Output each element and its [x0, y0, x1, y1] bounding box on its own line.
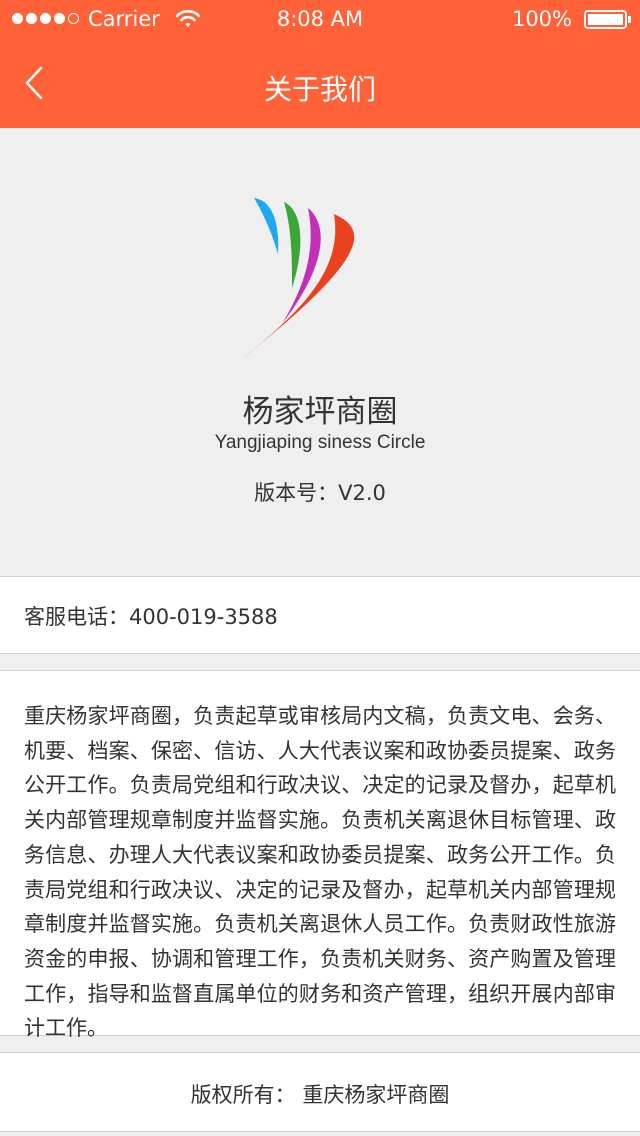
- logo-stripe-blue: [254, 198, 279, 254]
- app-logo: [230, 192, 380, 366]
- customer-service-phone[interactable]: 客服电话：400-019-3588: [24, 601, 278, 631]
- battery-tip: [628, 16, 631, 23]
- logo-stripe-green: [284, 202, 301, 288]
- battery-percent: 100%: [511, 7, 572, 31]
- customer-service-row[interactable]: 客服电话：400-019-3588: [0, 576, 640, 654]
- status-bar: Carrier 8:08 AM 100%: [0, 0, 640, 40]
- app-version: 版本号：V2.0: [254, 481, 386, 505]
- navigation-bar: Carrier 8:08 AM 100% 关于我们: [0, 0, 640, 128]
- battery-icon: [584, 10, 627, 29]
- page-title: 关于我们: [263, 73, 376, 106]
- battery-level: [588, 14, 623, 25]
- copyright-card: 版权所有： 重庆杨家坪商圈: [0, 1052, 640, 1132]
- app-name: 杨家坪商圈: [242, 394, 398, 430]
- copyright-text: 版权所有： 重庆杨家坪商圈: [190, 1083, 450, 1107]
- app-english-name: Yangjiaping siness Circle: [214, 432, 426, 453]
- description-card: 重庆杨家坪商圈，负责起草或审核局内文稿，负责文电、会务、机要、档案、保密、信访、…: [0, 670, 640, 1040]
- company-description: 重庆杨家坪商圈，负责起草或审核局内文稿，负责文电、会务、机要、档案、保密、信访、…: [24, 704, 616, 1041]
